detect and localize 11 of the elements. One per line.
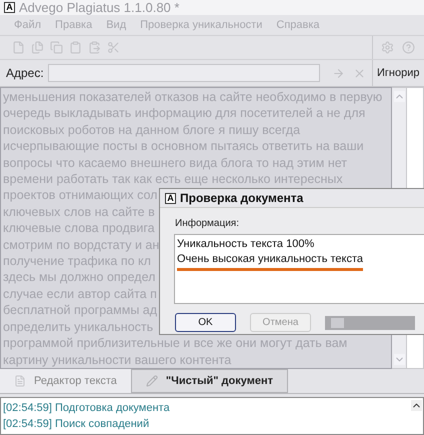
ignore-label: Игнорир [377, 66, 420, 81]
window-title: Advego Plagiatus 1.1.0.80 * [19, 1, 180, 14]
log-entry: [02:54:59] Поиск совпадений [3, 417, 150, 432]
dialog-title: Проверка документа [180, 190, 304, 207]
app-logo-icon: A [4, 2, 15, 13]
info-text: Очень высокая уникальность текста [177, 252, 364, 271]
app-logo-icon: A [165, 192, 176, 204]
address-label: Адрес: [6, 65, 44, 82]
info-text: Уникальность текста 100% [177, 237, 314, 252]
log-entry: [02:54:59] Подготовка документа [3, 401, 170, 416]
info-label: Информация: [175, 217, 240, 231]
